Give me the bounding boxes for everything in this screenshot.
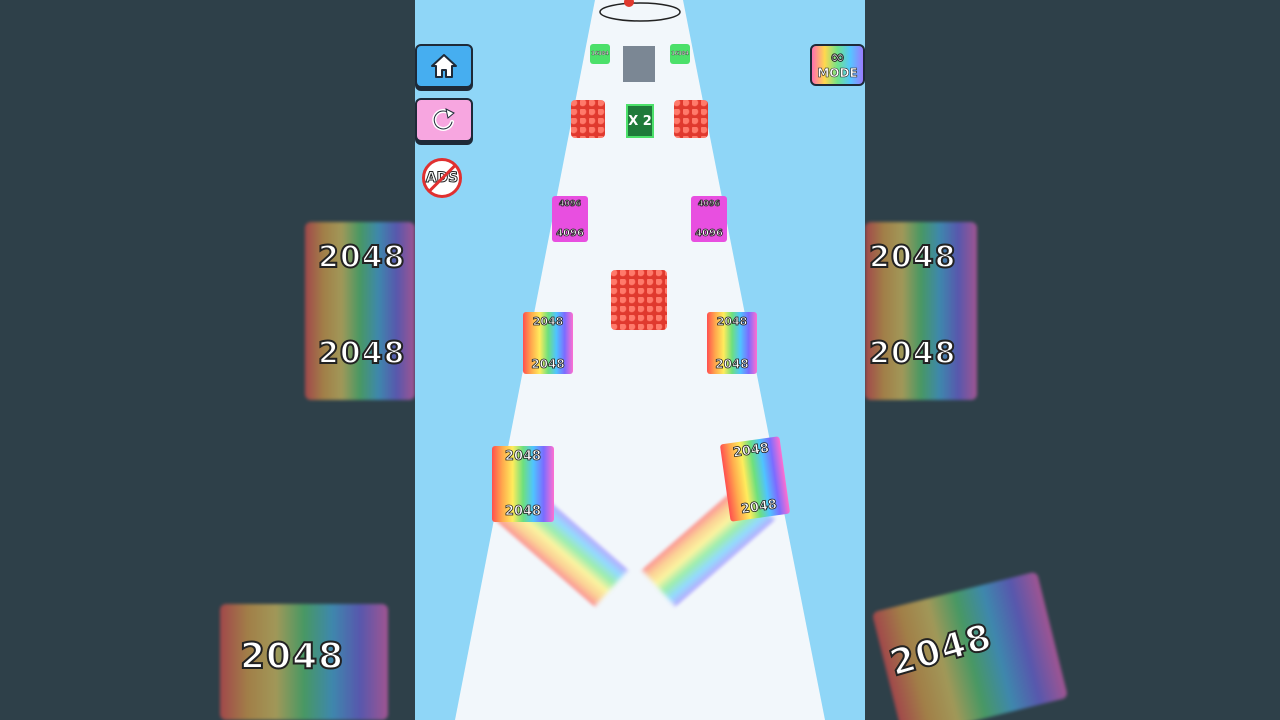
multiplier-label: X 2: [628, 113, 652, 129]
infinity-icon: ∞: [830, 47, 846, 68]
cube-2048: 2048 2048: [523, 312, 573, 374]
mode-label: MODE: [817, 66, 858, 81]
no-ads-button[interactable]: ADS: [422, 158, 462, 198]
home-icon: [431, 54, 457, 78]
cube-4096: 4096 4096: [691, 196, 727, 242]
blur-label: 2048: [868, 335, 957, 372]
game-viewport[interactable]: 16384 16384 X 2 4096 4096 4096 4096 2048…: [415, 0, 865, 720]
infinite-mode-button[interactable]: ∞ MODE: [810, 44, 865, 86]
spike-block: [674, 100, 708, 138]
right-blur-panel: 2048 2048 2048: [865, 0, 1280, 720]
blur-label: 2048: [317, 335, 406, 372]
player-cube[interactable]: 2048 2048: [719, 436, 791, 522]
blur-label: 2048: [239, 635, 345, 678]
spike-block: [571, 100, 605, 138]
blur-label: 2048: [868, 239, 957, 276]
restart-icon: [432, 108, 455, 131]
multiplier-gate: X 2: [626, 104, 654, 138]
blur-label: 2048: [317, 239, 406, 276]
home-button[interactable]: [415, 44, 473, 88]
player-cube[interactable]: 2048 2048: [492, 446, 554, 522]
restart-button[interactable]: [415, 98, 473, 142]
cube-2048: 2048 2048: [707, 312, 757, 374]
far-pickup-cube: 16384: [590, 44, 610, 64]
far-pickup-cube: 16384: [670, 44, 690, 64]
cube-4096: 4096 4096: [552, 196, 588, 242]
spike-block: [611, 270, 667, 330]
stone-gate: [623, 46, 655, 82]
left-blur-panel: 2048 2048 2048: [0, 0, 415, 720]
